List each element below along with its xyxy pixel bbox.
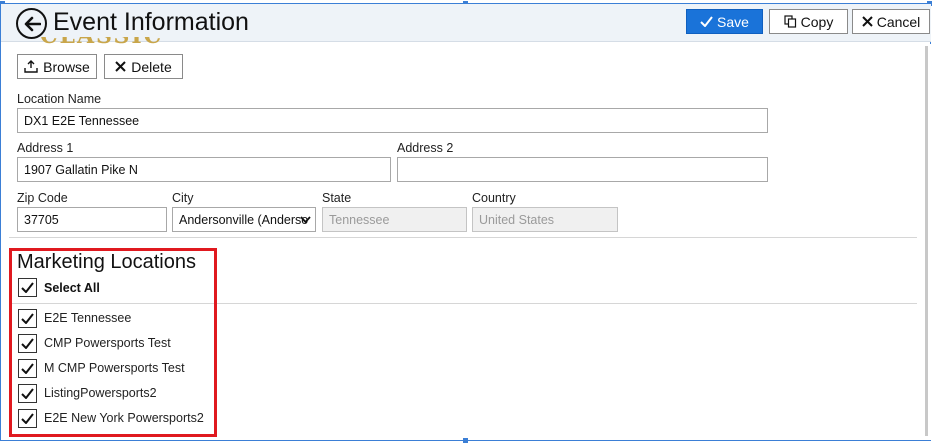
country-label: Country xyxy=(472,191,516,205)
country-field: United States xyxy=(472,207,618,232)
marketing-location-label: ListingPowersports2 xyxy=(44,386,157,400)
checkmark-icon xyxy=(21,413,34,424)
location-name-input[interactable]: DX1 E2E Tennessee xyxy=(17,108,768,133)
delete-button-label: Delete xyxy=(131,58,172,75)
save-button-label: Save xyxy=(717,13,749,30)
checkmark-icon xyxy=(21,338,34,349)
location-logo-image: CLASSIC CYCLES xyxy=(40,37,280,49)
cancel-button-label: Cancel xyxy=(876,13,921,30)
city-select[interactable]: Andersonville (Anderso xyxy=(172,207,316,232)
copy-button-label: Copy xyxy=(800,13,834,30)
address1-input[interactable]: 1907 Gallatin Pike N xyxy=(17,157,391,182)
state-label: State xyxy=(322,191,352,205)
marketing-location-label: CMP Powersports Test xyxy=(44,336,171,350)
address2-input[interactable] xyxy=(397,157,768,182)
checkmark-icon xyxy=(700,16,713,27)
marketing-location-label: E2E Tennessee xyxy=(44,311,132,325)
address1-label: Address 1 xyxy=(17,141,74,155)
checkmark-icon xyxy=(21,363,34,374)
close-icon xyxy=(861,16,873,27)
state-field: Tennessee xyxy=(322,207,467,232)
section-divider xyxy=(9,237,917,238)
page-title: Event Information xyxy=(53,8,249,36)
marketing-location-label: M CMP Powersports Test xyxy=(44,361,185,375)
marketing-divider xyxy=(12,303,917,304)
city-select-value: Andersonville (Anderso xyxy=(179,212,309,227)
cancel-button[interactable]: Cancel xyxy=(852,9,930,34)
marketing-location-checkbox[interactable] xyxy=(18,384,37,403)
upload-icon xyxy=(24,60,38,73)
marketing-location-checkbox[interactable] xyxy=(18,359,37,378)
marketing-location-checkbox[interactable] xyxy=(18,334,37,353)
checkmark-icon xyxy=(21,282,34,293)
zip-code-input[interactable]: 37705 xyxy=(17,207,167,232)
marketing-location-checkbox[interactable] xyxy=(18,409,37,428)
close-icon xyxy=(115,61,126,72)
checkmark-icon xyxy=(21,313,34,324)
back-button[interactable] xyxy=(16,8,47,39)
select-all-checkbox[interactable] xyxy=(18,278,37,297)
marketing-location-label: E2E New York Powersports2 xyxy=(44,411,204,425)
arrow-left-icon xyxy=(24,16,41,31)
marketing-location-checkbox[interactable] xyxy=(18,309,37,328)
chevron-down-icon xyxy=(300,216,311,224)
delete-button[interactable]: Delete xyxy=(104,54,183,79)
marketing-locations-title: Marketing Locations xyxy=(17,251,196,273)
browse-button-label: Browse xyxy=(43,58,90,75)
resize-handle-bottom-center[interactable] xyxy=(463,438,468,443)
copy-icon xyxy=(784,15,796,28)
zip-code-label: Zip Code xyxy=(17,191,68,205)
scrollbar-thumb[interactable] xyxy=(925,46,928,436)
address2-label: Address 2 xyxy=(397,141,454,155)
checkmark-icon xyxy=(21,388,34,399)
save-button[interactable]: Save xyxy=(686,9,763,34)
browse-button[interactable]: Browse xyxy=(17,54,97,79)
copy-button[interactable]: Copy xyxy=(769,9,848,34)
city-label: City xyxy=(172,191,194,205)
location-name-label: Location Name xyxy=(17,92,102,106)
select-all-label: Select All xyxy=(44,281,100,295)
